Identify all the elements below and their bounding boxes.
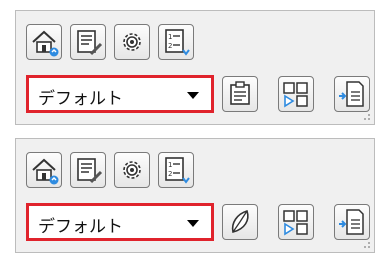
svg-text:1: 1 <box>168 161 172 169</box>
import-page-button[interactable] <box>334 204 370 240</box>
layout-switch-button[interactable] <box>278 204 314 240</box>
toolbar-panel-1: 1 2 デフォルト <box>15 10 375 125</box>
import-page-icon <box>339 209 364 235</box>
home-icon <box>32 158 59 185</box>
home-icon <box>32 30 59 57</box>
leaf-icon <box>231 210 249 233</box>
settings-button[interactable] <box>114 152 150 188</box>
layout-switch-icon <box>283 210 308 236</box>
gear-icon <box>123 33 141 51</box>
import-page-button[interactable] <box>334 76 370 112</box>
clipboard-icon <box>230 81 250 105</box>
properties-edit-button[interactable] <box>70 152 106 188</box>
toolbar-panel-2: 1 2 デフォルト <box>15 138 375 253</box>
preset-dropdown-value: デフォルト <box>38 217 123 237</box>
svg-text:2: 2 <box>168 170 172 178</box>
settings-button[interactable] <box>114 24 150 60</box>
gear-icon <box>123 161 141 179</box>
numbered-list-button[interactable]: 1 2 <box>158 24 194 60</box>
properties-edit-button[interactable] <box>70 24 106 60</box>
resize-grip-icon[interactable] <box>361 111 371 121</box>
chevron-down-icon <box>187 92 199 99</box>
leaf-button[interactable] <box>222 204 258 240</box>
preset-dropdown[interactable]: デフォルト <box>26 75 214 113</box>
layout-switch-button[interactable] <box>278 76 314 112</box>
home-button[interactable] <box>26 152 62 188</box>
home-button[interactable] <box>26 24 62 60</box>
properties-edit-icon <box>77 30 103 56</box>
svg-text:1: 1 <box>168 33 172 41</box>
resize-grip-icon[interactable] <box>361 239 371 249</box>
numbered-list-icon: 1 2 <box>165 157 190 184</box>
chevron-down-icon <box>187 220 199 227</box>
numbered-list-button[interactable]: 1 2 <box>158 152 194 188</box>
properties-edit-icon <box>77 158 103 184</box>
numbered-list-icon: 1 2 <box>165 29 190 56</box>
svg-text:2: 2 <box>168 42 172 50</box>
preset-dropdown-value: デフォルト <box>38 89 123 109</box>
clipboard-button[interactable] <box>222 76 258 112</box>
preset-dropdown[interactable]: デフォルト <box>26 203 214 241</box>
import-page-icon <box>339 81 364 107</box>
layout-switch-icon <box>283 82 308 108</box>
